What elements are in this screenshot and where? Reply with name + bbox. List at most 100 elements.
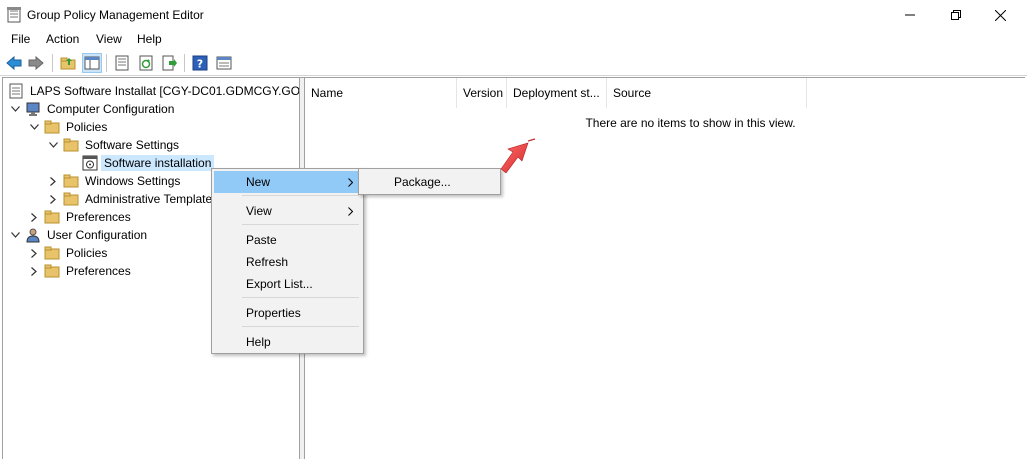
forward-icon: [28, 56, 44, 70]
chevron-right-icon[interactable]: [28, 244, 40, 262]
submenu-arrow-icon: [348, 176, 354, 190]
menu-view[interactable]: View: [96, 32, 122, 46]
context-menu-item-new[interactable]: New: [214, 171, 361, 193]
context-menu-item-export-list[interactable]: Export List...: [214, 273, 361, 295]
empty-list-text: There are no items to show in this view.: [585, 116, 796, 130]
minimize-icon: [905, 14, 915, 16]
menu-action[interactable]: Action: [46, 32, 79, 46]
tree-label: Windows Settings: [85, 174, 181, 188]
content-area: LAPS Software Installat [CGY-DC01.GDMCGY…: [2, 77, 1025, 459]
properties-button[interactable]: [112, 53, 132, 73]
tree-label: Policies: [66, 120, 108, 134]
chevron-right-icon[interactable]: [47, 190, 59, 208]
toolbar-separator: [106, 54, 107, 72]
context-menu-item-properties[interactable]: Properties: [214, 302, 361, 324]
folder-icon: [44, 119, 60, 135]
tree-item-preferences[interactable]: Preferences: [28, 208, 134, 226]
refresh-button[interactable]: [136, 53, 156, 73]
tree-item-user-preferences[interactable]: Preferences: [28, 262, 134, 280]
svg-text:?: ?: [197, 58, 203, 71]
forward-button[interactable]: [26, 53, 46, 73]
tree-item-administrative-templates[interactable]: Administrative Template: [47, 190, 215, 208]
menu-item-label: Refresh: [246, 255, 289, 269]
menu-separator: [242, 297, 359, 298]
tree-label: Administrative Template: [85, 192, 213, 206]
context-menu-item-refresh[interactable]: Refresh: [214, 251, 361, 273]
show-hide-console-tree-button[interactable]: [82, 53, 102, 73]
up-one-level-button[interactable]: [58, 53, 78, 73]
tree-label: LAPS Software Installat [CGY-DC01.GDMCGY…: [30, 84, 300, 98]
tree-label: User Configuration: [47, 228, 148, 242]
tree-item-root[interactable]: LAPS Software Installat [CGY-DC01.GDMCGY…: [8, 82, 300, 100]
context-menu: New View Paste Refresh Export List... Pr…: [211, 168, 364, 354]
menu-item-label: Package...: [394, 175, 451, 189]
chevron-right-icon[interactable]: [47, 172, 59, 190]
menu-file[interactable]: File: [11, 32, 30, 46]
folder-icon: [63, 173, 79, 189]
back-button[interactable]: [4, 53, 24, 73]
tree-label: Software Settings: [85, 138, 180, 152]
menu-item-label: New: [246, 175, 271, 189]
tree-item-user-configuration[interactable]: User Configuration: [9, 226, 150, 244]
context-menu-item-view[interactable]: View: [214, 200, 361, 222]
menu-separator: [242, 224, 359, 225]
tree-item-user-policies[interactable]: Policies: [28, 244, 110, 262]
tree-label: Preferences: [66, 210, 131, 224]
chevron-down-icon[interactable]: [47, 136, 59, 154]
tree-item-windows-settings[interactable]: Windows Settings: [47, 172, 183, 190]
folder-icon: [63, 137, 79, 153]
submenu-item-package[interactable]: Package...: [361, 171, 498, 193]
tree-label: Preferences: [66, 264, 131, 278]
export-list-button[interactable]: [160, 53, 180, 73]
menu-separator: [242, 195, 359, 196]
context-menu-item-help[interactable]: Help: [214, 331, 361, 353]
menu-separator: [242, 326, 359, 327]
folder-icon: [44, 263, 60, 279]
policy-document-icon: [8, 83, 24, 99]
menu-help[interactable]: Help: [137, 32, 162, 46]
chevron-down-icon[interactable]: [28, 118, 40, 136]
gpo-editor-app-icon: [7, 7, 21, 23]
tree-label: Software installation: [101, 155, 215, 171]
maximize-button[interactable]: [933, 0, 979, 30]
refresh-icon: [139, 55, 153, 71]
help-icon: ?: [192, 55, 208, 71]
context-menu-item-paste[interactable]: Paste: [214, 229, 361, 251]
folder-icon: [44, 245, 60, 261]
tree-item-software-settings[interactable]: Software Settings: [47, 136, 182, 154]
close-button[interactable]: [977, 0, 1023, 30]
chevron-right-icon[interactable]: [28, 262, 40, 280]
minimize-button[interactable]: [887, 0, 933, 30]
column-header-version[interactable]: Version: [457, 78, 507, 108]
chevron-down-icon[interactable]: [9, 100, 21, 118]
computer-icon: [25, 101, 41, 117]
restore-icon: [951, 10, 961, 20]
annotation-arrow-icon: [500, 138, 536, 174]
tree-item-software-installation[interactable]: Software installation: [82, 154, 215, 172]
folder-icon: [44, 209, 60, 225]
help-button[interactable]: ?: [190, 53, 210, 73]
window-title: Group Policy Management Editor: [27, 8, 204, 22]
menu-item-label: Properties: [246, 306, 301, 320]
close-icon: [994, 9, 1006, 21]
toolbar-separator: [52, 54, 53, 72]
title-bar: Group Policy Management Editor: [0, 0, 1027, 30]
folder-icon: [63, 191, 79, 207]
tree-item-policies[interactable]: Policies: [28, 118, 110, 136]
new-submenu: Package...: [358, 168, 501, 195]
menu-item-label: Help: [246, 335, 271, 349]
empty-list-message: There are no items to show in this view.: [305, 116, 1026, 130]
software-installation-icon: [82, 155, 98, 171]
toolbar: ?: [0, 50, 1027, 76]
console-tree-button[interactable]: [214, 53, 234, 73]
tree-item-computer-configuration[interactable]: Computer Configuration: [9, 100, 177, 118]
menu-item-label: View: [246, 204, 272, 218]
toolbar-separator: [184, 54, 185, 72]
chevron-down-icon[interactable]: [9, 226, 21, 244]
column-header-name[interactable]: Name: [305, 78, 457, 108]
chevron-right-icon[interactable]: [28, 208, 40, 226]
up-folder-icon: [60, 57, 76, 70]
column-header-source[interactable]: Source: [607, 78, 807, 108]
column-header-deployment-state[interactable]: Deployment st...: [507, 78, 607, 108]
menu-bar: File Action View Help: [0, 30, 1027, 50]
